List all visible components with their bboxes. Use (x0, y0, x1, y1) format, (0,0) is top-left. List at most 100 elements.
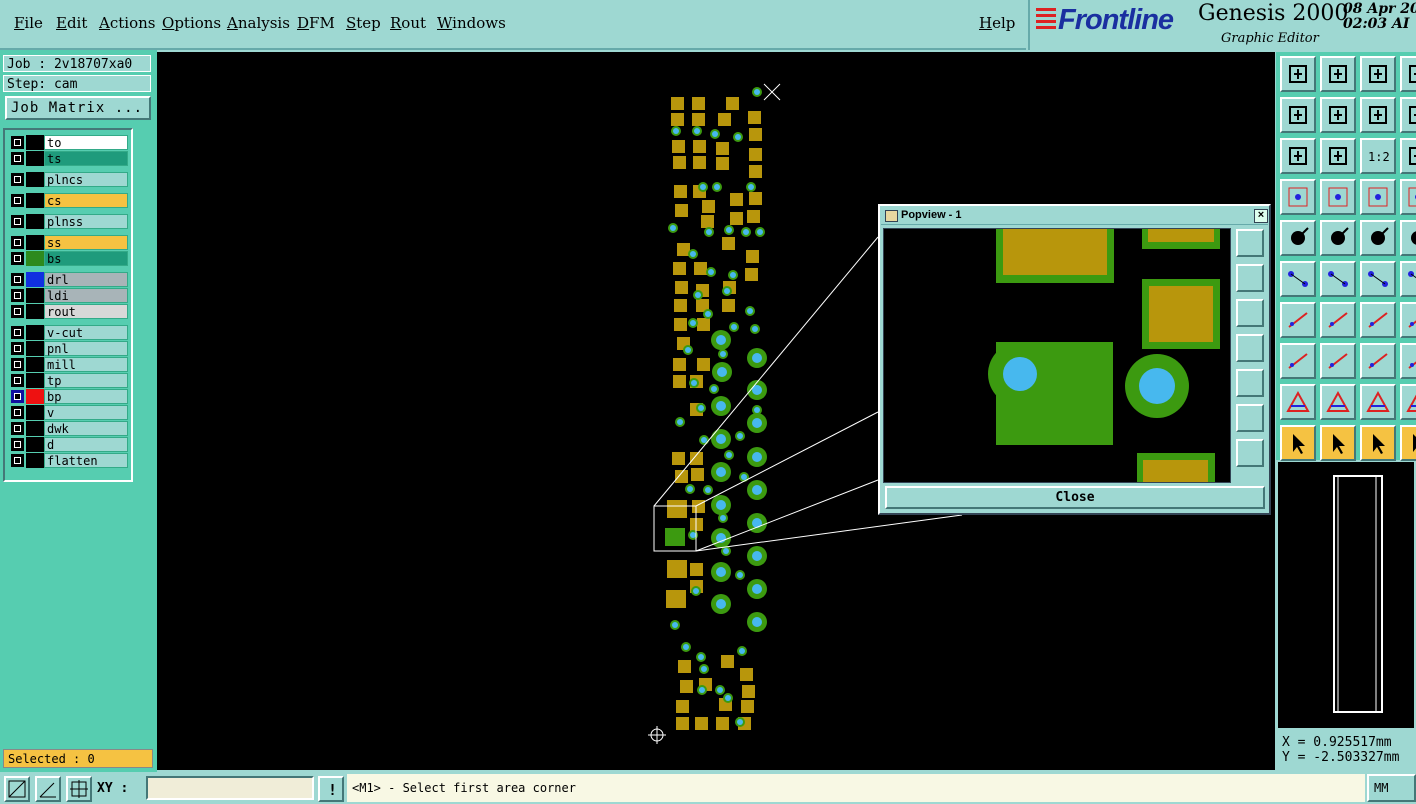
layer-row-dwk[interactable]: dwk (9, 421, 129, 436)
layer-checkbox[interactable] (11, 438, 24, 451)
intersect-button[interactable] (1320, 261, 1356, 297)
layer-checkbox[interactable] (11, 152, 24, 165)
layer-checkbox[interactable] (11, 305, 24, 318)
popview-pan-left-button[interactable] (1236, 334, 1264, 362)
layer-checkbox[interactable] (11, 390, 24, 403)
layer-name[interactable]: v-cut (44, 325, 128, 340)
popview-zoom-in-button[interactable] (1236, 229, 1264, 257)
popview-zoom-out-button[interactable] (1236, 439, 1264, 467)
home-button[interactable] (1360, 56, 1396, 92)
layer-name[interactable]: bs (44, 251, 128, 266)
layer-color-swatch[interactable] (26, 453, 44, 468)
layer-name[interactable]: flatten (44, 453, 128, 468)
select-more-button[interactable] (1400, 425, 1416, 461)
distance-button[interactable] (1360, 343, 1396, 379)
snap-pads-button[interactable] (1360, 179, 1396, 215)
move-up-button[interactable] (1280, 56, 1316, 92)
layer-color-swatch[interactable] (26, 251, 44, 266)
layer-checkbox[interactable] (11, 374, 24, 387)
layer-color-swatch[interactable] (26, 325, 44, 340)
select-inside-button[interactable] (1360, 425, 1396, 461)
redo-button[interactable] (1400, 97, 1416, 133)
layer-color-swatch[interactable] (26, 421, 44, 436)
layer-row-tp[interactable]: tp (9, 373, 129, 388)
layer-checkbox[interactable] (11, 454, 24, 467)
alert-button[interactable]: ! (318, 776, 344, 802)
layer-checkbox[interactable] (11, 342, 24, 355)
layer-name[interactable]: mill (44, 357, 128, 372)
move-right-button[interactable] (1320, 97, 1356, 133)
zoom-center-button[interactable] (1320, 138, 1356, 174)
grid-button[interactable] (1320, 179, 1356, 215)
arc-c-button[interactable] (1400, 384, 1416, 420)
layer-checkbox[interactable] (11, 273, 24, 286)
layer-color-swatch[interactable] (26, 288, 44, 303)
layer-checkbox[interactable] (11, 173, 24, 186)
popview-zoom-fit-button[interactable] (1236, 404, 1264, 432)
layer-row-plnss[interactable]: plnss (9, 214, 129, 229)
layer-name[interactable]: ldi (44, 288, 128, 303)
zoom-1-2-button[interactable]: 1:2 (1360, 138, 1396, 174)
popview-pan-up-button[interactable] (1236, 264, 1264, 292)
menu-help[interactable]: Help (979, 14, 1015, 32)
edge-button[interactable] (1280, 302, 1316, 338)
layer-name[interactable]: tp (44, 373, 128, 388)
layer-color-swatch[interactable] (26, 193, 44, 208)
menu-windows[interactable]: Windows (437, 14, 506, 32)
layer-name[interactable]: dwk (44, 421, 128, 436)
layer-checkbox[interactable] (11, 136, 24, 149)
layer-color-swatch[interactable] (26, 341, 44, 356)
layer-name[interactable]: rout (44, 304, 128, 319)
connect-button[interactable] (1280, 261, 1316, 297)
slice-button[interactable] (1400, 261, 1416, 297)
snap-lines-button[interactable] (1400, 179, 1416, 215)
units-button[interactable]: MM (1367, 774, 1416, 802)
snap-mode-button[interactable] (4, 776, 30, 802)
next-button[interactable] (1400, 56, 1416, 92)
add-line-button[interactable] (1320, 220, 1356, 256)
rotate-button[interactable] (1360, 302, 1396, 338)
layer-row-v[interactable]: v (9, 405, 129, 420)
layer-name[interactable]: plncs (44, 172, 128, 187)
layer-name[interactable]: d (44, 437, 128, 452)
layer-color-swatch[interactable] (26, 135, 44, 150)
menu-rout[interactable]: Rout (390, 14, 426, 32)
overview-map[interactable] (1278, 462, 1414, 728)
arc-b-button[interactable] (1360, 384, 1396, 420)
layer-row-pnl[interactable]: pnl (9, 341, 129, 356)
layer-name[interactable]: v (44, 405, 128, 420)
layer-name[interactable]: pnl (44, 341, 128, 356)
select-pad-button[interactable] (1280, 343, 1316, 379)
layer-row-ts[interactable]: ts (9, 151, 129, 166)
trim-button[interactable] (1400, 302, 1416, 338)
move-left-button[interactable] (1280, 97, 1316, 133)
layer-checkbox[interactable] (11, 326, 24, 339)
layer-color-swatch[interactable] (26, 304, 44, 319)
layer-name[interactable]: ts (44, 151, 128, 166)
circle-button[interactable] (1400, 220, 1416, 256)
popview-pan-down-button[interactable] (1236, 299, 1264, 327)
menu-edit[interactable]: Edit (56, 14, 87, 32)
layer-row-d[interactable]: d (9, 437, 129, 452)
menu-file[interactable]: File (14, 14, 43, 32)
move-down-button[interactable] (1320, 56, 1356, 92)
layer-row-ldi[interactable]: ldi (9, 288, 129, 303)
popview-canvas[interactable] (883, 228, 1231, 483)
measure-button[interactable] (1360, 220, 1396, 256)
layer-checkbox[interactable] (11, 358, 24, 371)
layer-color-swatch[interactable] (26, 214, 44, 229)
pointer-button[interactable] (1280, 425, 1316, 461)
info-button[interactable] (1400, 343, 1416, 379)
layer-name[interactable]: ss (44, 235, 128, 250)
close-icon[interactable]: × (1254, 209, 1268, 223)
menu-analysis[interactable]: Analysis (227, 14, 290, 32)
zoom-page-button[interactable] (1400, 138, 1416, 174)
split-button[interactable] (1320, 343, 1356, 379)
layer-color-swatch[interactable] (26, 389, 44, 404)
layer-color-swatch[interactable] (26, 373, 44, 388)
layer-row-cs[interactable]: cs (9, 193, 129, 208)
layer-color-swatch[interactable] (26, 172, 44, 187)
menu-step[interactable]: Step (346, 14, 381, 32)
layer-row-ss[interactable]: ss (9, 235, 129, 250)
add-pad-button[interactable] (1280, 220, 1316, 256)
